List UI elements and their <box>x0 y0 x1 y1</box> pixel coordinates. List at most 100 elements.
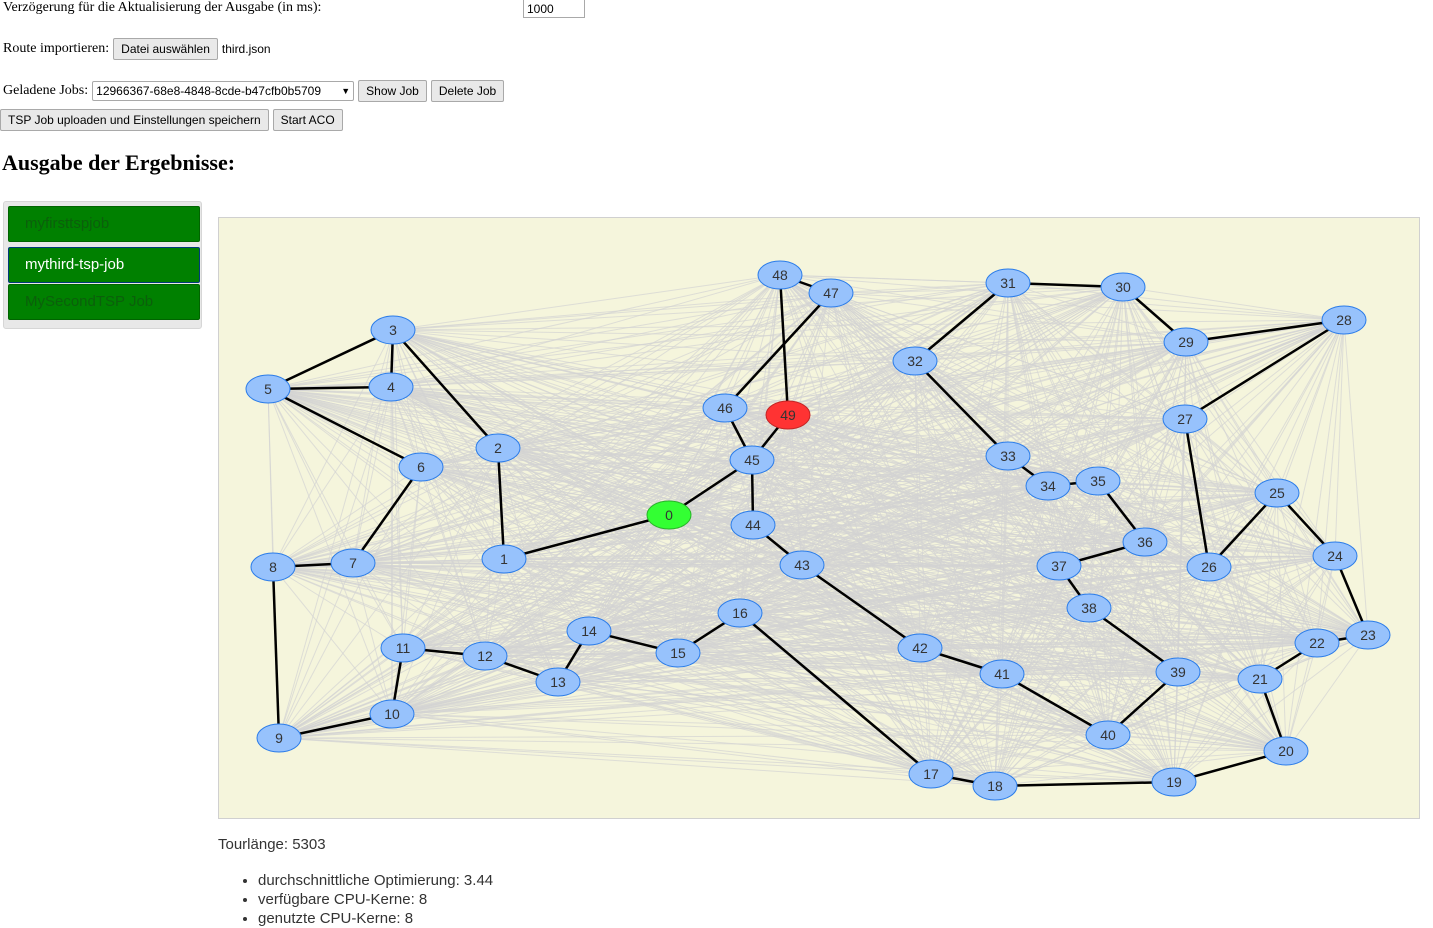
node-4[interactable]: 4 <box>368 372 414 402</box>
job-item-mythird-tsp-job[interactable]: mythird-tsp-job <box>8 247 200 283</box>
file-choose-button[interactable]: Datei auswählen <box>113 38 218 60</box>
node-0[interactable]: 0 <box>646 500 692 530</box>
node-28[interactable]: 28 <box>1321 305 1367 335</box>
node-23[interactable]: 23 <box>1345 620 1391 650</box>
node-27-label: 27 <box>1177 411 1193 427</box>
node-8-label: 8 <box>269 559 277 575</box>
node-24[interactable]: 24 <box>1312 541 1358 571</box>
node-44-label: 44 <box>745 517 761 533</box>
node-9[interactable]: 9 <box>256 723 302 753</box>
node-2[interactable]: 2 <box>475 433 521 463</box>
node-46[interactable]: 46 <box>702 393 748 423</box>
node-17[interactable]: 17 <box>908 759 954 789</box>
tour-graph-svg[interactable]: 01234567891011 12131415161718 19202122 2324… <box>219 218 1419 818</box>
jobs-select[interactable]: 12966367-68e8-4848-8cde-b47cfb0b5709 ▼ <box>92 81 355 101</box>
node-34[interactable]: 34 <box>1025 471 1071 501</box>
node-39-label: 39 <box>1170 664 1186 680</box>
node-11[interactable]: 11 <box>380 633 426 663</box>
node-22-label: 22 <box>1309 635 1325 651</box>
stat-available-cores: verfügbare CPU-Kerne: 8 <box>258 890 493 909</box>
stat-avg-optimization: durchschnittliche Optimierung: 3.44 <box>258 871 493 890</box>
node-34-label: 34 <box>1040 478 1056 494</box>
node-15[interactable]: 15 <box>655 638 701 668</box>
node-6[interactable]: 6 <box>398 452 444 482</box>
node-44[interactable]: 44 <box>730 510 776 540</box>
node-38-label: 38 <box>1081 600 1097 616</box>
node-31[interactable]: 31 <box>985 268 1031 298</box>
node-16[interactable]: 16 <box>717 598 763 628</box>
node-35-label: 35 <box>1090 473 1106 489</box>
node-43-label: 43 <box>794 557 810 573</box>
node-10[interactable]: 10 <box>369 699 415 729</box>
tour-graph[interactable]: 0 1 2 3 4 5 6 7 8 9 10 11 12 13 14 15 16 17 18 19 20 21 22 23 24… <box>218 217 1420 819</box>
upload-save-button[interactable]: TSP Job uploaden und Einstellungen speic… <box>0 109 269 131</box>
node-18[interactable]: 18 <box>972 771 1018 801</box>
node-36[interactable]: 36 <box>1122 527 1168 557</box>
node-13[interactable]: 13 <box>535 667 581 697</box>
tour-length: Tourlänge: 5303 <box>218 836 326 853</box>
file-name: third.json <box>221 42 271 56</box>
node-36-label: 36 <box>1137 534 1153 550</box>
node-12[interactable]: 12 <box>462 641 508 671</box>
edge-31-48 <box>779 274 1009 284</box>
node-49[interactable]: 49 <box>765 400 811 430</box>
delay-row: Verzögerung für die Aktualisierung der A… <box>3 0 321 16</box>
node-29-label: 29 <box>1178 334 1194 350</box>
node-25[interactable]: 25 <box>1254 478 1300 508</box>
node-1[interactable]: 1 <box>481 544 527 574</box>
job-list: myfirsttspjob mythird-tsp-job MySecondTS… <box>3 201 202 329</box>
node-40[interactable]: 40 <box>1085 720 1131 750</box>
node-33[interactable]: 33 <box>985 441 1031 471</box>
node-38[interactable]: 38 <box>1066 593 1112 623</box>
job-item-myfirsttspjob[interactable]: myfirsttspjob <box>8 206 200 242</box>
node-2-label: 2 <box>494 440 502 456</box>
jobs-label: Geladene Jobs: <box>3 83 89 98</box>
results-heading: Ausgabe der Ergebnisse: <box>2 150 236 175</box>
node-24-label: 24 <box>1327 548 1343 564</box>
node-37[interactable]: 37 <box>1036 551 1082 581</box>
node-14[interactable]: 14 <box>566 616 612 646</box>
jobs-row: Geladene Jobs: 12966367-68e8-4848-8cde-b… <box>3 80 505 102</box>
show-job-button[interactable]: Show Job <box>358 80 427 102</box>
edge-8-10 <box>272 566 393 715</box>
stats-list: durchschnittliche Optimierung: 3.44 verf… <box>218 871 493 928</box>
node-33-label: 33 <box>1000 448 1016 464</box>
node-29[interactable]: 29 <box>1163 327 1209 357</box>
node-43[interactable]: 43 <box>779 550 825 580</box>
node-20[interactable]: 20 <box>1263 736 1309 766</box>
node-45[interactable]: 45 <box>729 445 775 475</box>
node-46-label: 46 <box>717 400 733 416</box>
node-48[interactable]: 48 <box>757 260 803 290</box>
node-8[interactable]: 8 <box>250 552 296 582</box>
edge-19-39 <box>1173 671 1179 783</box>
import-label: Route importieren: <box>3 41 110 56</box>
node-22[interactable]: 22 <box>1294 628 1340 658</box>
node-41[interactable]: 41 <box>979 659 1025 689</box>
node-49-label: 49 <box>780 407 796 423</box>
node-42[interactable]: 42 <box>897 633 943 663</box>
delay-input[interactable] <box>523 0 585 18</box>
node-25-label: 25 <box>1269 485 1285 501</box>
delete-job-button[interactable]: Delete Job <box>430 80 505 102</box>
tour-edge-8-9 <box>271 566 281 739</box>
node-5[interactable]: 5 <box>245 374 291 404</box>
node-3[interactable]: 3 <box>370 315 416 345</box>
node-32[interactable]: 32 <box>892 346 938 376</box>
node-47[interactable]: 47 <box>808 278 854 308</box>
node-39[interactable]: 39 <box>1155 657 1201 687</box>
node-26[interactable]: 26 <box>1186 552 1232 582</box>
node-30-label: 30 <box>1115 279 1131 295</box>
node-32-label: 32 <box>907 353 923 369</box>
node-27[interactable]: 27 <box>1162 404 1208 434</box>
node-17-label: 17 <box>923 766 939 782</box>
node-19-label: 19 <box>1166 774 1182 790</box>
node-30[interactable]: 30 <box>1100 272 1146 302</box>
node-21[interactable]: 21 <box>1237 664 1283 694</box>
node-14-label: 14 <box>581 623 597 639</box>
node-19[interactable]: 19 <box>1151 767 1197 797</box>
node-35[interactable]: 35 <box>1075 466 1121 496</box>
node-7[interactable]: 7 <box>330 548 376 578</box>
start-aco-button[interactable]: Start ACO <box>272 109 343 131</box>
job-item-mysecondtsp-job[interactable]: MySecondTSP Job <box>8 284 200 320</box>
actions-row: TSP Job uploaden und Einstellungen speic… <box>0 109 343 131</box>
